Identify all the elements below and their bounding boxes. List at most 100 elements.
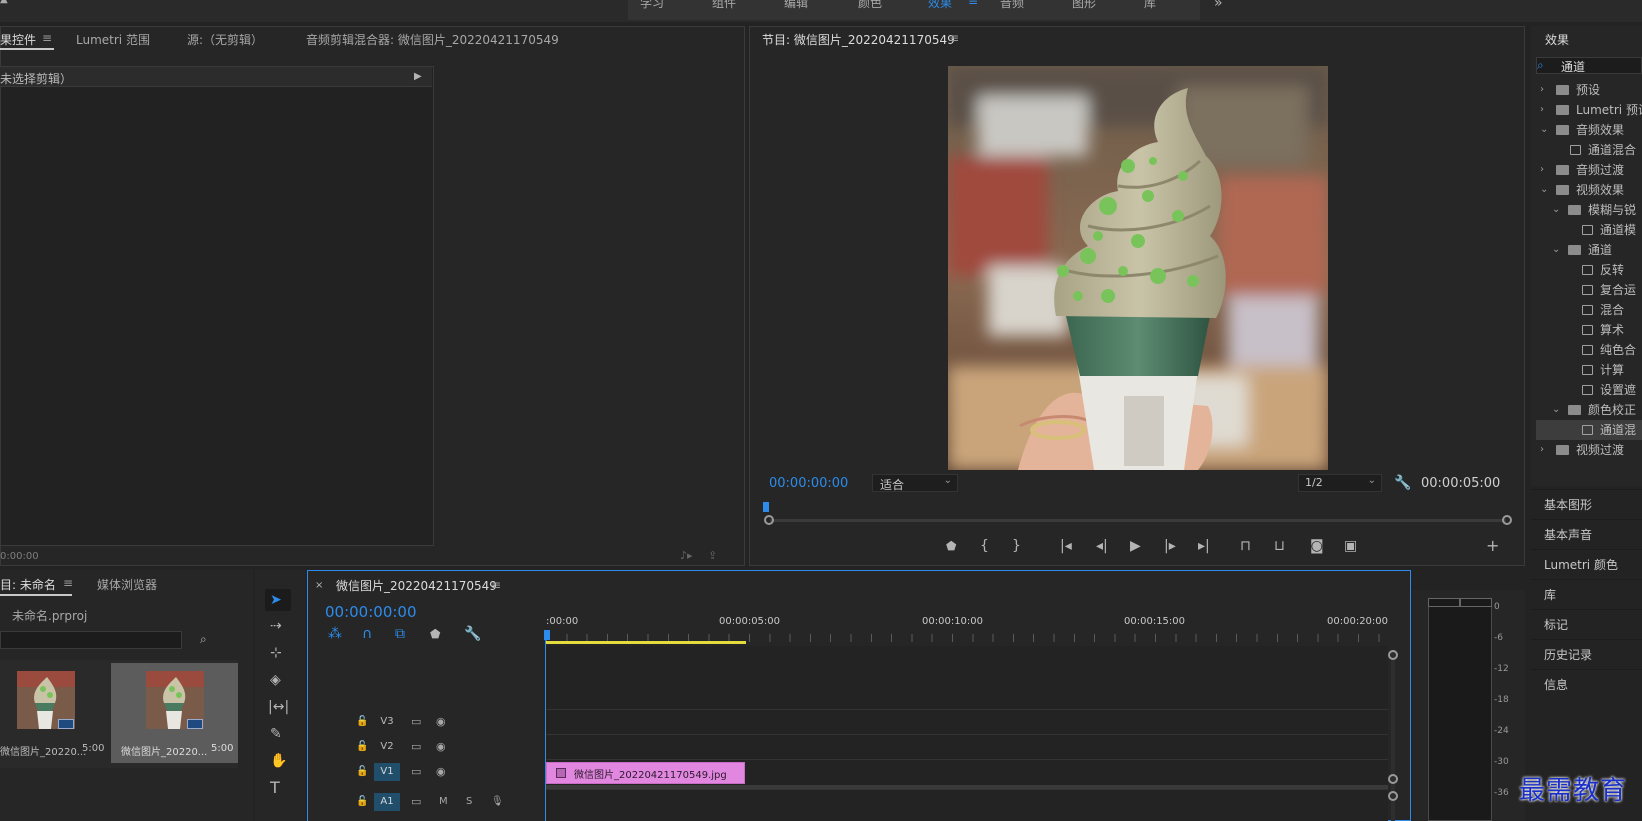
effects-tree-item[interactable]: › Lumetri 预设 [1536,100,1642,120]
nest-sequence-icon[interactable]: ⁂ [328,626,342,642]
hand-tool-icon[interactable]: ✋ [270,753,287,769]
workspace-tab-0[interactable]: 学习 [640,0,664,11]
tab-media-browser[interactable]: 媒体浏览器 [97,576,157,593]
track-name[interactable]: V1 [374,763,400,781]
effects-tree-item[interactable]: ⌄ 音频效果 [1536,120,1642,140]
eye-icon[interactable]: ◉ [436,738,446,756]
lift-icon[interactable]: ⊓ [1240,538,1251,554]
effects-tree-item[interactable]: 算术 [1536,320,1642,340]
mark-in-icon[interactable]: { [980,538,989,554]
effects-tree-item[interactable]: 通道混合 [1536,140,1642,160]
effects-tree-item[interactable]: ⌄ 颜色校正 [1536,400,1642,420]
export-frame-icon[interactable]: ⇪ [708,548,717,564]
mark-out-icon[interactable]: } [1012,538,1021,554]
effect-controls-menu-icon[interactable]: ≡ [42,31,52,45]
add-marker-icon[interactable]: ⬟ [430,626,440,642]
pen-tool-icon[interactable]: ✎ [270,726,282,742]
track-name[interactable]: V3 [374,713,400,731]
workspace-tab-6[interactable]: 图形 [1072,0,1096,11]
monitor-playhead[interactable] [763,502,769,512]
tab-source[interactable]: 源:（无剪辑） [187,31,263,48]
solo-button[interactable]: S [466,793,472,811]
tab-audio-clip-mixer[interactable]: 音频剪辑混合器: 微信图片_20220421170549 [306,31,559,48]
effects-search-box[interactable] [1536,57,1642,74]
side-panel-4[interactable]: 标记 [1544,616,1568,633]
timeline-timecode[interactable]: 00:00:00:00 [325,603,417,621]
monitor-time-ruler[interactable] [766,502,1508,516]
effects-tree-item[interactable]: › 音频过渡 [1536,160,1642,180]
track-lock-icon[interactable]: 🔓 [356,793,368,811]
wrench-settings-icon[interactable]: 🔧 [1394,475,1411,491]
effects-tree-item[interactable]: 设置遮 [1536,380,1642,400]
chevron-down-icon[interactable]: ⌄ [1540,120,1550,140]
chevron-right-icon[interactable]: › [1540,100,1550,120]
play-icon[interactable]: ▶ [1130,538,1141,554]
chevron-right-icon[interactable]: › [1540,160,1550,180]
side-panel-3[interactable]: 库 [1544,586,1556,603]
add-marker-icon[interactable]: ⬟ [946,538,956,554]
chevron-right-icon[interactable]: › [1540,80,1550,100]
track-name[interactable]: A1 [374,793,400,811]
effects-panel-title[interactable]: 效果 [1545,31,1569,48]
program-monitor-menu-icon[interactable]: ≡ [949,31,959,45]
solo-audio-icon[interactable]: ♪▸ [680,548,693,564]
chevron-down-icon[interactable]: ⌄ [1552,240,1562,260]
step-back-icon[interactable]: ◂| [1096,538,1108,554]
side-panel-0[interactable]: 基本图形 [1544,496,1592,513]
comparison-view-icon[interactable]: ▣ [1344,538,1357,554]
effects-search-input[interactable]: 通道 [1561,58,1585,75]
effects-tree-item[interactable]: 混合 [1536,300,1642,320]
linked-selection-icon[interactable]: ⧉ [395,626,405,642]
workspace-tab-2[interactable]: 编辑 [784,0,808,11]
eye-icon[interactable]: ◉ [436,763,446,781]
go-to-out-icon[interactable]: ▸| [1198,538,1210,554]
effects-tree-item[interactable]: ⌄ 模糊与锐 [1536,200,1642,220]
toggle-sync-lock-icon[interactable]: ▭ [411,738,421,756]
chevron-down-icon[interactable]: ⌄ [1552,200,1562,220]
side-panel-5[interactable]: 历史记录 [1544,646,1592,663]
type-tool-icon[interactable]: T [270,780,280,796]
timeline-sequence-title[interactable]: 微信图片_20220421170549 [336,577,497,594]
workspace-tab-3[interactable]: 颜色 [858,0,882,11]
ripple-edit-tool-icon[interactable]: ⊹ [270,645,282,661]
razor-tool-icon[interactable]: ◈ [270,672,281,688]
track-lock-icon[interactable]: 🔓 [356,713,368,731]
effects-tree-item[interactable]: 通道混 [1536,420,1642,440]
workspace-tab-1[interactable]: 组件 [712,0,736,11]
workspace-tab-5[interactable]: 音频 [1000,0,1024,11]
microphone-icon[interactable]: 🎙 [491,793,504,811]
zoom-handle-left[interactable] [764,515,774,525]
chevron-right-icon[interactable]: › [1540,440,1550,460]
timeline-toggle-arrow-icon[interactable]: ▶ [414,69,422,85]
toggle-sync-lock-icon[interactable]: ▭ [411,763,421,781]
work-area-bar[interactable] [546,641,746,644]
toggle-sync-lock-icon[interactable]: ▭ [411,793,421,811]
project-search-input[interactable] [0,631,182,649]
overflow-chevron-icon[interactable]: » [1214,0,1223,11]
track-lock-icon[interactable]: 🔓 [356,763,368,781]
scroll-handle-top[interactable] [1388,650,1398,660]
zoom-handle-right[interactable] [1502,515,1512,525]
effects-tree-item[interactable]: ⌄ 视频效果 [1536,180,1642,200]
chevron-down-icon[interactable]: ⌄ [1552,400,1562,420]
selection-tool-icon[interactable]: ➤ [270,592,282,608]
resolution-dropdown[interactable]: 1/2 ⌄ [1298,474,1382,492]
chevron-down-icon[interactable]: ⌄ [1540,180,1550,200]
workspace-tab-7[interactable]: 库 [1144,0,1156,11]
effects-tree-item[interactable]: ⌄ 通道 [1536,240,1642,260]
effects-tree-item[interactable]: 反转 [1536,260,1642,280]
timeline-settings-wrench-icon[interactable]: 🔧 [464,626,481,642]
scroll-handle-bottom[interactable] [1388,791,1398,801]
side-panel-1[interactable]: 基本声音 [1544,526,1592,543]
track-name[interactable]: V2 [374,738,400,756]
effects-tree-item[interactable]: 通道模 [1536,220,1642,240]
effects-tree-item[interactable]: › 预设 [1536,80,1642,100]
effects-tree-item[interactable]: 复合运 [1536,280,1642,300]
camera-export-frame-icon[interactable]: ◙ [1310,538,1324,554]
tab-effect-controls[interactable]: 果控件 [0,31,36,48]
effects-tree-item[interactable]: 计算 [1536,360,1642,380]
tab-project[interactable]: 目: 未命名 [0,576,56,593]
timeline-clip-v1[interactable]: 微信图片_20220421170549.jpg [546,762,745,784]
workspace-tab-4[interactable]: 效果 [928,0,952,11]
close-icon[interactable]: × [315,578,323,594]
